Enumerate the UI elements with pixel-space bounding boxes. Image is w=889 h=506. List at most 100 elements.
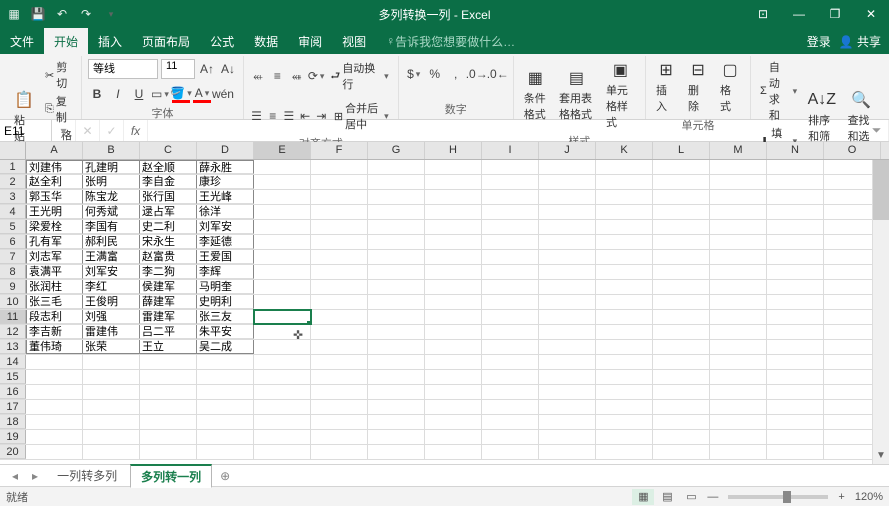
cell[interactable] — [710, 355, 767, 369]
undo-icon[interactable]: ↶ — [54, 6, 70, 22]
align-middle-icon[interactable]: ≡ — [269, 67, 285, 85]
cell[interactable]: 朱平安 — [197, 325, 254, 339]
cell[interactable]: 侯建军 — [140, 280, 197, 294]
view-page-break-icon[interactable]: ▭ — [680, 489, 702, 505]
cell[interactable] — [482, 310, 539, 324]
cell[interactable] — [539, 310, 596, 324]
cell[interactable]: 段志利 — [26, 310, 83, 324]
cell[interactable]: 王立 — [140, 340, 197, 354]
cell[interactable]: 何秀斌 — [83, 205, 140, 219]
cell[interactable] — [254, 355, 311, 369]
col-header-A[interactable]: A — [26, 142, 83, 159]
wrap-text-button[interactable]: ⮐ 自动换行 — [327, 59, 391, 93]
expand-formula-bar-icon[interactable]: ⏷ — [865, 120, 889, 141]
cell[interactable]: 吴二成 — [197, 340, 254, 354]
col-header-L[interactable]: L — [653, 142, 710, 159]
cell[interactable] — [368, 340, 425, 354]
name-box[interactable]: E11 — [0, 120, 52, 141]
cell[interactable] — [368, 370, 425, 384]
cell[interactable]: 刘强 — [83, 310, 140, 324]
cell[interactable] — [311, 190, 368, 204]
cell[interactable] — [311, 265, 368, 279]
cell[interactable] — [653, 370, 710, 384]
cell[interactable]: 郭玉华 — [26, 190, 83, 204]
cell[interactable] — [311, 370, 368, 384]
bold-button[interactable]: B — [88, 85, 106, 103]
cell[interactable] — [311, 355, 368, 369]
view-page-layout-icon[interactable]: ▤ — [656, 489, 678, 505]
cell[interactable] — [83, 355, 140, 369]
cell[interactable] — [368, 445, 425, 459]
cell[interactable] — [482, 280, 539, 294]
cell[interactable] — [653, 385, 710, 399]
cell[interactable] — [653, 310, 710, 324]
col-header-J[interactable]: J — [539, 142, 596, 159]
cell[interactable] — [767, 265, 824, 279]
cell[interactable] — [368, 250, 425, 264]
cell[interactable] — [596, 370, 653, 384]
cell[interactable] — [254, 445, 311, 459]
sheet-tab-1[interactable]: 一列转多列 — [46, 464, 128, 487]
cell[interactable] — [767, 385, 824, 399]
cell[interactable] — [482, 370, 539, 384]
cell[interactable] — [254, 385, 311, 399]
cell[interactable]: 薛建军 — [140, 295, 197, 309]
cell[interactable] — [482, 385, 539, 399]
cell[interactable] — [425, 310, 482, 324]
conditional-format-button[interactable]: ▦条件格式 — [520, 66, 551, 124]
cell[interactable] — [653, 250, 710, 264]
row-header-20[interactable]: 20 — [0, 445, 26, 459]
cell[interactable] — [710, 280, 767, 294]
cell[interactable] — [83, 445, 140, 459]
scroll-down-icon[interactable]: ▼ — [873, 447, 889, 464]
tab-formulas[interactable]: 公式 — [200, 28, 244, 54]
cell[interactable] — [539, 265, 596, 279]
cell[interactable] — [311, 340, 368, 354]
cell[interactable] — [254, 250, 311, 264]
cell[interactable]: 宋永生 — [140, 235, 197, 249]
cell[interactable] — [596, 250, 653, 264]
cell[interactable] — [368, 400, 425, 414]
add-sheet-icon[interactable]: ⊕ — [214, 469, 236, 483]
cell[interactable] — [254, 415, 311, 429]
cell[interactable] — [596, 235, 653, 249]
cell[interactable] — [311, 385, 368, 399]
minimize-icon[interactable]: — — [781, 0, 817, 28]
cell[interactable] — [197, 415, 254, 429]
decrease-decimal-icon[interactable]: .0← — [489, 65, 507, 83]
cell[interactable] — [254, 310, 311, 324]
cell[interactable] — [368, 310, 425, 324]
row-header-13[interactable]: 13 — [0, 340, 26, 354]
cell[interactable] — [425, 160, 482, 174]
percent-format-icon[interactable]: % — [426, 65, 444, 83]
tab-view[interactable]: 视图 — [332, 28, 376, 54]
cell[interactable] — [482, 175, 539, 189]
cell[interactable]: 刘军安 — [83, 265, 140, 279]
sheet-tab-2[interactable]: 多列转一列 — [130, 464, 212, 488]
cell[interactable] — [710, 160, 767, 174]
cell[interactable] — [539, 340, 596, 354]
cell[interactable] — [83, 385, 140, 399]
row-header-10[interactable]: 10 — [0, 295, 26, 309]
cell[interactable] — [767, 220, 824, 234]
cell[interactable] — [653, 400, 710, 414]
col-header-N[interactable]: N — [767, 142, 824, 159]
cell[interactable] — [539, 385, 596, 399]
cell[interactable] — [596, 265, 653, 279]
cell[interactable]: 袁满平 — [26, 265, 83, 279]
cell[interactable] — [710, 175, 767, 189]
scroll-thumb[interactable] — [873, 160, 889, 220]
row-header-14[interactable]: 14 — [0, 355, 26, 369]
cell[interactable] — [596, 310, 653, 324]
cell[interactable] — [653, 175, 710, 189]
cell[interactable] — [767, 325, 824, 339]
cell[interactable] — [254, 220, 311, 234]
cell[interactable] — [311, 160, 368, 174]
cell[interactable] — [653, 265, 710, 279]
cell[interactable] — [254, 235, 311, 249]
cell[interactable]: 刘军安 — [197, 220, 254, 234]
cell[interactable] — [311, 205, 368, 219]
cell[interactable] — [710, 445, 767, 459]
cell[interactable] — [140, 400, 197, 414]
cell[interactable]: 张明 — [83, 175, 140, 189]
